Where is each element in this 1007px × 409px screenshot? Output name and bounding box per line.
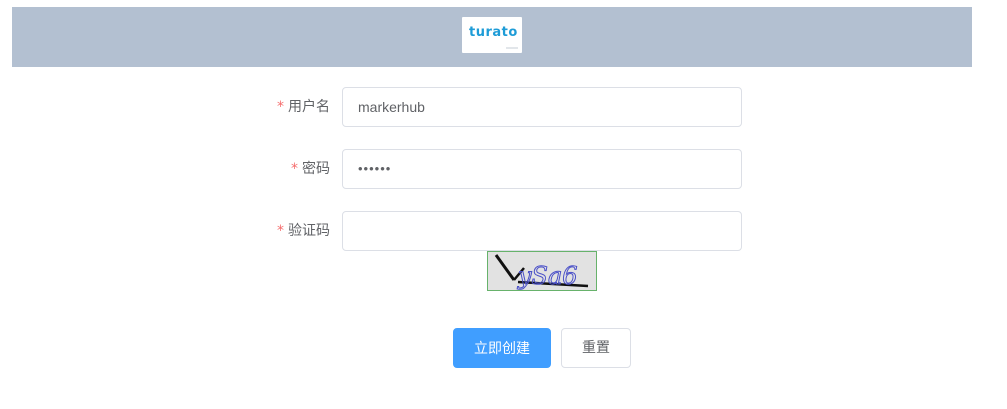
captcha-label: * 验证码 — [190, 211, 330, 251]
captcha-image[interactable]: ySa6 — [487, 251, 597, 291]
required-mark: * — [277, 223, 284, 239]
captcha-input[interactable] — [342, 211, 742, 251]
username-input[interactable]: markerhub — [342, 87, 742, 127]
logo-text: turato — [469, 25, 518, 40]
reset-button[interactable]: 重置 — [561, 328, 631, 368]
create-button[interactable]: 立即创建 — [453, 328, 551, 368]
captcha-text: ySa6 — [517, 262, 578, 290]
password-input[interactable]: •••••• — [342, 149, 742, 189]
logo: turato — [462, 17, 522, 53]
logo-underline — [506, 47, 518, 49]
password-label: * 密码 — [190, 149, 330, 189]
password-label-text: 密码 — [302, 161, 330, 177]
required-mark: * — [291, 161, 298, 177]
required-mark: * — [277, 99, 284, 115]
username-label: * 用户名 — [190, 87, 330, 127]
username-label-text: 用户名 — [288, 99, 330, 115]
captcha-label-text: 验证码 — [288, 223, 330, 239]
page-header: turato — [12, 7, 972, 67]
